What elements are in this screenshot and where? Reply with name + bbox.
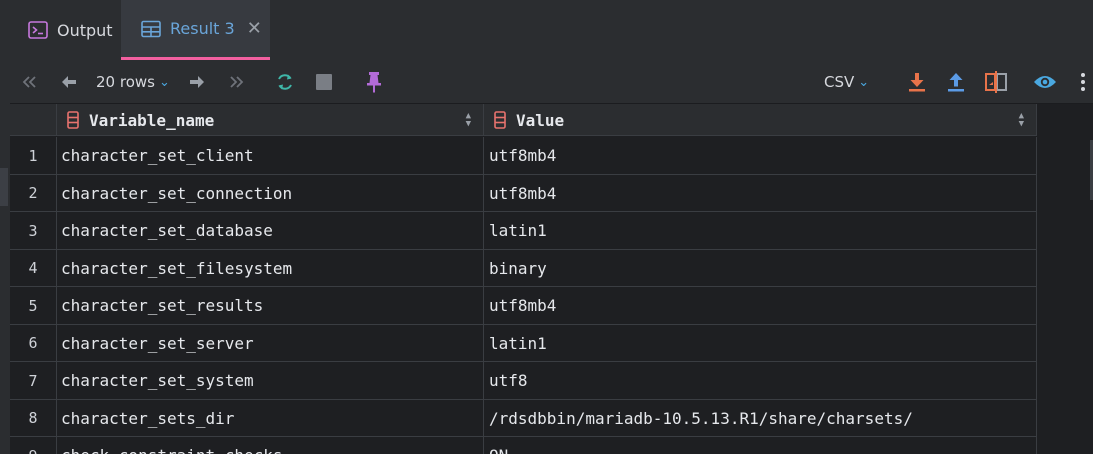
- row-number: 6: [10, 324, 57, 362]
- refresh-icon: [278, 74, 292, 90]
- cell-variable-name[interactable]: character_set_client: [57, 137, 484, 174]
- cell-variable-name[interactable]: character_sets_dir: [57, 399, 484, 437]
- column-header-value[interactable]: Value ▲ ▼: [484, 104, 1037, 136]
- cell-value[interactable]: binary: [484, 249, 1037, 287]
- cell-value[interactable]: utf8mb4: [484, 137, 1037, 174]
- gutter-marker: [0, 168, 8, 206]
- chevron-down-icon: ⌄: [158, 74, 170, 90]
- cell-value[interactable]: utf8: [484, 362, 1037, 399]
- column-header-label: Value: [516, 110, 565, 130]
- compare-button[interactable]: [982, 60, 1010, 104]
- rows-per-page-label: 20 rows: [96, 73, 155, 91]
- stop-button[interactable]: [312, 60, 336, 104]
- console-icon: [28, 21, 48, 39]
- cell-variable-name[interactable]: character_set_connection: [57, 174, 484, 212]
- row-number: 1: [10, 137, 57, 174]
- row-number: 2: [10, 174, 57, 212]
- cell-variable-name[interactable]: check_constraint_checks: [57, 437, 484, 454]
- previous-page-button[interactable]: [56, 60, 82, 104]
- results-grid: Variable_name ▲ ▼ Value ▲ ▼ 1 character_se…: [10, 104, 1037, 454]
- tab-output-label: Output: [57, 20, 113, 40]
- table-row[interactable]: 2 character_set_connection utf8mb4: [10, 174, 1037, 212]
- close-icon[interactable]: ✕: [247, 18, 262, 39]
- table-row[interactable]: 1 character_set_client utf8mb4: [10, 137, 1037, 175]
- row-number-header[interactable]: [10, 104, 57, 136]
- compare-icon: [985, 71, 1007, 93]
- view-button[interactable]: [1030, 60, 1060, 104]
- more-vertical-icon: [1081, 73, 1085, 91]
- row-number: 9: [10, 437, 57, 454]
- eye-icon: [1034, 76, 1056, 88]
- export-format-label: CSV: [824, 73, 855, 91]
- table-row[interactable]: 6 character_set_server latin1: [10, 324, 1037, 362]
- row-number: 4: [10, 249, 57, 287]
- column-header-label: Variable_name: [89, 110, 215, 130]
- grid-header: Variable_name ▲ ▼ Value ▲ ▼: [10, 104, 1037, 136]
- rows-per-page-select[interactable]: 20 rows ⌄: [96, 60, 176, 104]
- refresh-button[interactable]: [272, 60, 298, 104]
- double-chevron-left-icon: [22, 76, 36, 88]
- sort-icon[interactable]: ▲ ▼: [1019, 112, 1024, 129]
- row-number: 8: [10, 399, 57, 437]
- tab-result-label: Result 3: [170, 19, 235, 38]
- table-row[interactable]: 4 character_set_filesystem binary: [10, 249, 1037, 287]
- export-button[interactable]: [905, 60, 929, 104]
- last-page-button[interactable]: [224, 60, 248, 104]
- import-button[interactable]: [944, 60, 968, 104]
- results-toolbar: 20 rows ⌄ CSV ⌄: [10, 60, 1093, 104]
- upload-icon: [948, 73, 964, 92]
- pin-button[interactable]: [362, 60, 386, 104]
- table-row[interactable]: 9 check_constraint_checks ON: [10, 437, 1037, 454]
- table-icon: [141, 20, 161, 37]
- arrow-left-icon: [62, 76, 76, 88]
- arrow-right-icon: [190, 76, 204, 88]
- export-format-select[interactable]: CSV ⌄: [824, 60, 878, 104]
- double-chevron-right-icon: [230, 76, 244, 88]
- cell-value[interactable]: latin1: [484, 324, 1037, 362]
- cell-variable-name[interactable]: character_set_database: [57, 212, 484, 249]
- download-icon: [909, 73, 925, 92]
- table-row[interactable]: 3 character_set_database latin1: [10, 212, 1037, 250]
- chevron-down-icon: ⌄: [858, 74, 870, 90]
- table-row[interactable]: 7 character_set_system utf8: [10, 362, 1037, 400]
- cell-value[interactable]: ON: [484, 437, 1037, 454]
- pin-icon: [367, 72, 381, 93]
- sort-icon[interactable]: ▲ ▼: [466, 112, 471, 129]
- cell-variable-name[interactable]: character_set_results: [57, 287, 484, 324]
- first-page-button[interactable]: [18, 60, 42, 104]
- row-number: 3: [10, 212, 57, 249]
- left-gutter: [0, 0, 10, 454]
- more-options-button[interactable]: [1076, 60, 1090, 104]
- row-number: 7: [10, 362, 57, 399]
- cell-value[interactable]: /rdsdbbin/mariadb-10.5.13.R1/share/chars…: [484, 399, 1037, 437]
- cell-value[interactable]: utf8mb4: [484, 287, 1037, 324]
- grid-side-panel: [1037, 104, 1093, 454]
- cell-variable-name[interactable]: character_set_filesystem: [57, 249, 484, 287]
- cell-variable-name[interactable]: character_set_server: [57, 324, 484, 362]
- cell-value[interactable]: latin1: [484, 212, 1037, 249]
- column-header-variable-name[interactable]: Variable_name ▲ ▼: [57, 104, 484, 136]
- stop-icon: [316, 74, 332, 90]
- next-page-button[interactable]: [184, 60, 210, 104]
- column-icon: [494, 111, 506, 129]
- column-icon: [67, 111, 79, 129]
- tab-output[interactable]: Output: [16, 0, 120, 60]
- cell-value[interactable]: utf8mb4: [484, 174, 1037, 212]
- cell-variable-name[interactable]: character_set_system: [57, 362, 484, 399]
- tab-bar: Output Result 3 ✕: [0, 0, 1093, 60]
- table-row[interactable]: 5 character_set_results utf8mb4: [10, 287, 1037, 325]
- table-row[interactable]: 8 character_sets_dir /rdsdbbin/mariadb-1…: [10, 399, 1037, 437]
- row-number: 5: [10, 287, 57, 324]
- tab-result-3[interactable]: Result 3 ✕: [121, 0, 270, 60]
